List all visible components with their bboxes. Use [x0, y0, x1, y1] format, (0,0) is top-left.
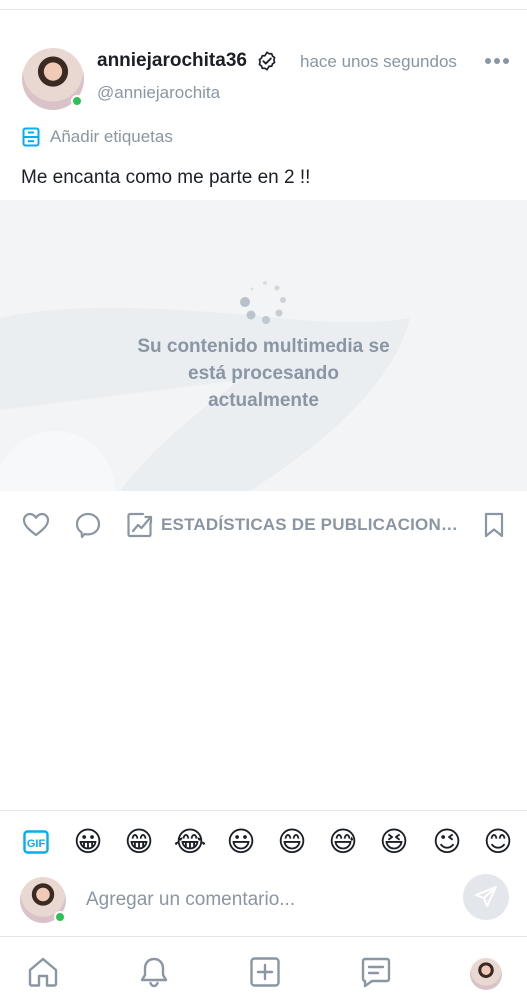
bookmark-icon[interactable] — [480, 511, 508, 539]
emoji-grinning[interactable]: 😀 — [70, 824, 106, 860]
post-text: Me encanta como me parte en 2 !! — [21, 167, 311, 188]
author-handle[interactable]: @anniejarochita — [97, 83, 220, 103]
post-actions: ESTADÍSTICAS DE PUBLICACION… — [0, 504, 527, 546]
post-timestamp: hace unos segundos — [300, 52, 457, 71]
profile-avatar[interactable] — [470, 958, 502, 990]
emoji-big-eyes[interactable]: 😃 — [223, 824, 259, 860]
send-comment-button[interactable] — [463, 874, 509, 920]
more-horizontal-icon[interactable] — [484, 56, 510, 66]
bottom-navigation — [0, 936, 527, 1000]
loading-spinner-icon — [240, 281, 286, 324]
processing-line-1: Su contenido multimedia se — [137, 336, 390, 357]
gif-icon[interactable]: GIF — [23, 830, 49, 854]
send-icon — [475, 886, 497, 907]
verified-check-icon — [258, 51, 276, 71]
comment-bubble-icon[interactable] — [74, 511, 102, 539]
post-header: anniejarochita36 hace unos segundos @ann… — [0, 42, 527, 120]
emoji-bar: GIF 😀 😁 😂 😃 😄 😅 😆 😉 😊 — [0, 824, 527, 860]
composer-divider — [0, 810, 527, 811]
home-icon[interactable] — [26, 955, 60, 989]
media-processing-placeholder: Su contenido multimedia se está procesan… — [0, 200, 527, 491]
bell-icon[interactable] — [137, 955, 171, 989]
comment-input[interactable] — [86, 880, 446, 920]
author-username[interactable]: anniejarochita36 — [97, 50, 247, 72]
chart-icon[interactable] — [126, 511, 154, 539]
heart-icon[interactable] — [22, 511, 50, 539]
emoji-squinting[interactable]: 😆 — [376, 824, 412, 860]
emoji-beaming[interactable]: 😁 — [121, 824, 157, 860]
commenter-avatar — [20, 877, 66, 923]
comment-composer: GIF 😀 😁 😂 😃 😄 😅 😆 😉 😊 — [0, 810, 527, 936]
processing-line-3: actualmente — [208, 390, 319, 411]
commenter-online-dot — [54, 911, 66, 923]
top-divider — [0, 9, 527, 10]
add-tags-label: Añadir etiquetas — [50, 127, 173, 146]
emoji-smiling-eyes[interactable]: 😄 — [274, 824, 310, 860]
emoji-tears-of-joy[interactable]: 😂 — [172, 824, 208, 860]
media-processing-message: Su contenido multimedia se está procesan… — [0, 333, 527, 414]
tag-icon — [22, 127, 40, 147]
emoji-blush[interactable]: 😊 — [480, 824, 516, 860]
online-status-dot — [71, 95, 83, 107]
emoji-winking[interactable]: 😉 — [429, 824, 465, 860]
author-avatar[interactable] — [22, 48, 84, 110]
emoji-sweat-smile[interactable]: 😅 — [325, 824, 361, 860]
processing-line-2: está procesando — [188, 363, 339, 384]
svg-text:GIF: GIF — [27, 838, 46, 850]
post-statistics-link[interactable]: ESTADÍSTICAS DE PUBLICACION… — [161, 515, 458, 535]
add-square-icon[interactable] — [248, 955, 282, 989]
messages-icon[interactable] — [359, 955, 393, 989]
